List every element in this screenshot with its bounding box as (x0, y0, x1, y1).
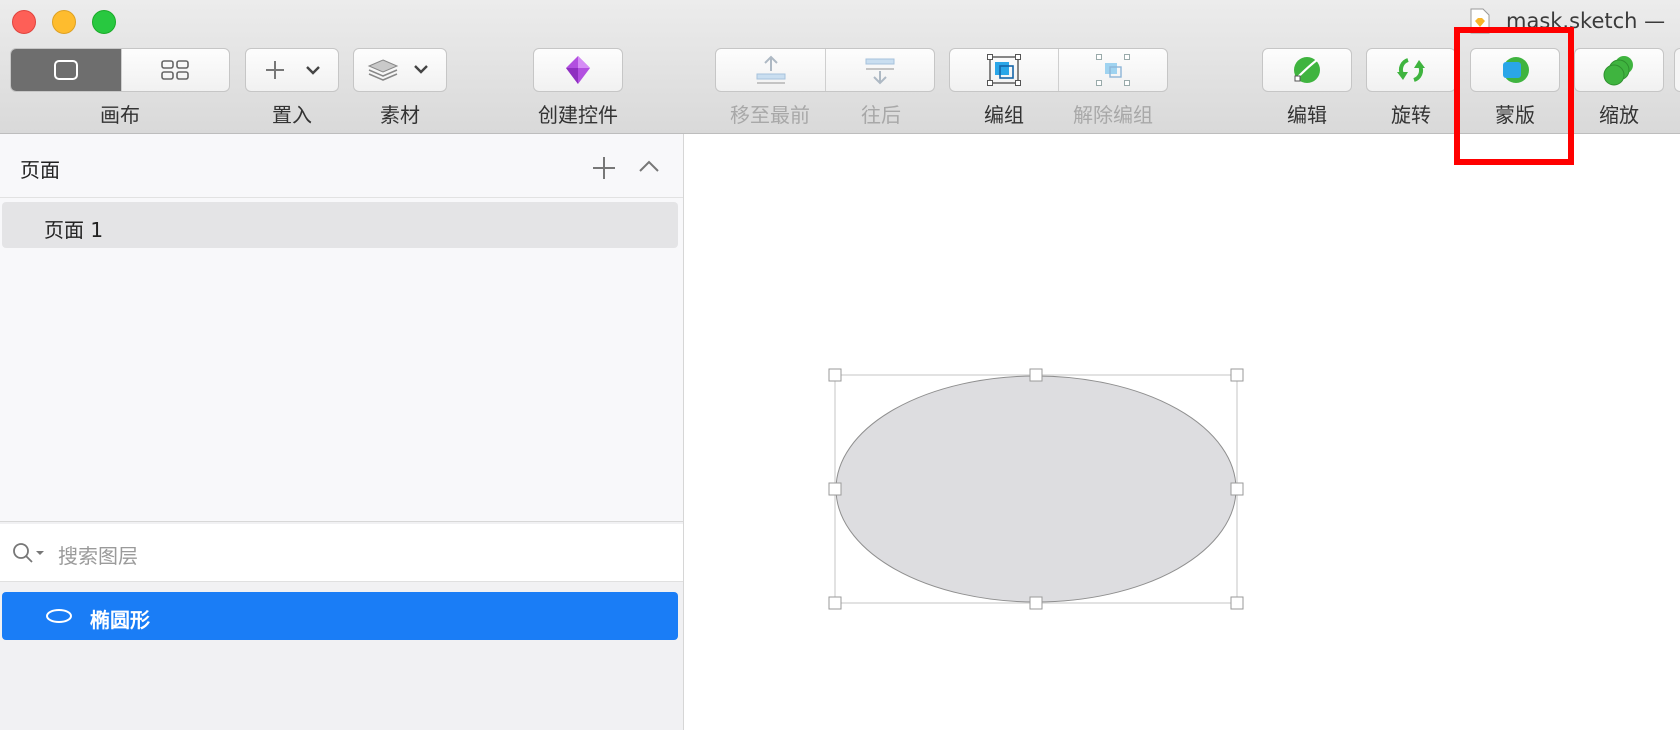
ungroup-label: 解除编组 (1073, 103, 1153, 127)
group-segmented (949, 48, 1168, 92)
resize-handle-bottom-right[interactable] (1230, 596, 1244, 610)
grid-view-button[interactable] (122, 49, 229, 91)
insert-button[interactable] (245, 48, 339, 92)
oval-shape[interactable] (835, 375, 1237, 603)
canvas-icon (53, 60, 78, 80)
backward-label: 往后 (861, 103, 901, 127)
create-symbol-label: 创建控件 (538, 103, 618, 127)
bring-forward-icon (756, 55, 785, 84)
create-symbol-button[interactable] (533, 48, 623, 92)
plus-icon (266, 61, 320, 79)
resize-handle-left[interactable] (828, 482, 842, 496)
layer-search-bar[interactable]: 搜索图层 (0, 524, 683, 582)
edit-button[interactable] (1262, 48, 1352, 92)
collapse-pages-icon[interactable] (638, 158, 660, 174)
resize-handle-top[interactable] (1029, 368, 1043, 382)
scale-label: 缩放 (1599, 103, 1639, 127)
group-label: 编组 (984, 103, 1024, 127)
layer-item-oval[interactable]: 椭圆形 (2, 592, 678, 640)
backward-button[interactable] (826, 49, 934, 91)
send-backward-icon (865, 58, 895, 85)
canvas-area[interactable] (684, 134, 1680, 730)
mask-highlight-annotation (1454, 27, 1574, 165)
search-icon[interactable] (12, 542, 46, 566)
scale-icon (1603, 56, 1633, 86)
resize-handle-right[interactable] (1230, 482, 1244, 496)
layer-item-label: 椭圆形 (90, 608, 150, 632)
minimize-window-button[interactable] (52, 10, 76, 34)
page-list-item[interactable]: 页面 1 (2, 202, 678, 248)
pages-title: 页面 (20, 158, 60, 182)
forward-button[interactable] (716, 49, 825, 91)
pages-list: 页面 1 (0, 198, 683, 522)
edit-label: 编辑 (1287, 103, 1327, 127)
assets-label: 素材 (380, 103, 420, 127)
arrange-segmented (715, 48, 935, 92)
resize-handle-bottom[interactable] (1029, 596, 1043, 610)
edit-path-icon (1294, 57, 1320, 83)
view-mode-segmented (10, 48, 230, 92)
assets-button[interactable] (353, 48, 447, 92)
oval-icon (46, 609, 72, 623)
rotate-label: 旋转 (1391, 103, 1431, 127)
resize-handle-top-right[interactable] (1230, 368, 1244, 382)
canvas-label: 画布 (100, 103, 140, 127)
overflow-button-edge[interactable] (1674, 48, 1680, 92)
canvas-drawing (828, 368, 1244, 610)
layer-search-input[interactable]: 搜索图层 (58, 540, 138, 569)
resize-handle-bottom-left[interactable] (828, 596, 842, 610)
sidebar: 页面 页面 1 搜索图层 椭圆形 (0, 134, 684, 730)
close-window-button[interactable] (12, 10, 36, 34)
group-icon (987, 54, 1021, 86)
forward-label: 移至最前 (730, 103, 810, 127)
page-item-label: 页面 1 (44, 218, 104, 242)
rotate-button[interactable] (1366, 48, 1456, 92)
rotate-icon (1397, 58, 1425, 82)
symbol-diamond-icon (566, 56, 590, 84)
ungroup-button[interactable] (1059, 49, 1167, 91)
zoom-window-button[interactable] (92, 10, 116, 34)
pages-header: 页面 (0, 134, 683, 198)
ungroup-icon (1095, 54, 1130, 86)
resize-handle-top-left[interactable] (828, 368, 842, 382)
grid-icon (161, 60, 190, 80)
add-page-icon[interactable] (592, 156, 616, 180)
canvas-view-button[interactable] (11, 49, 121, 91)
insert-label: 置入 (272, 103, 312, 127)
group-button[interactable] (950, 49, 1058, 91)
scale-button[interactable] (1574, 48, 1664, 92)
toolbar: mask.sketch — 画布 置入 素材 创建控件 移至最前 往后 编组 解… (0, 0, 1680, 134)
layers-stack-icon (367, 59, 428, 81)
